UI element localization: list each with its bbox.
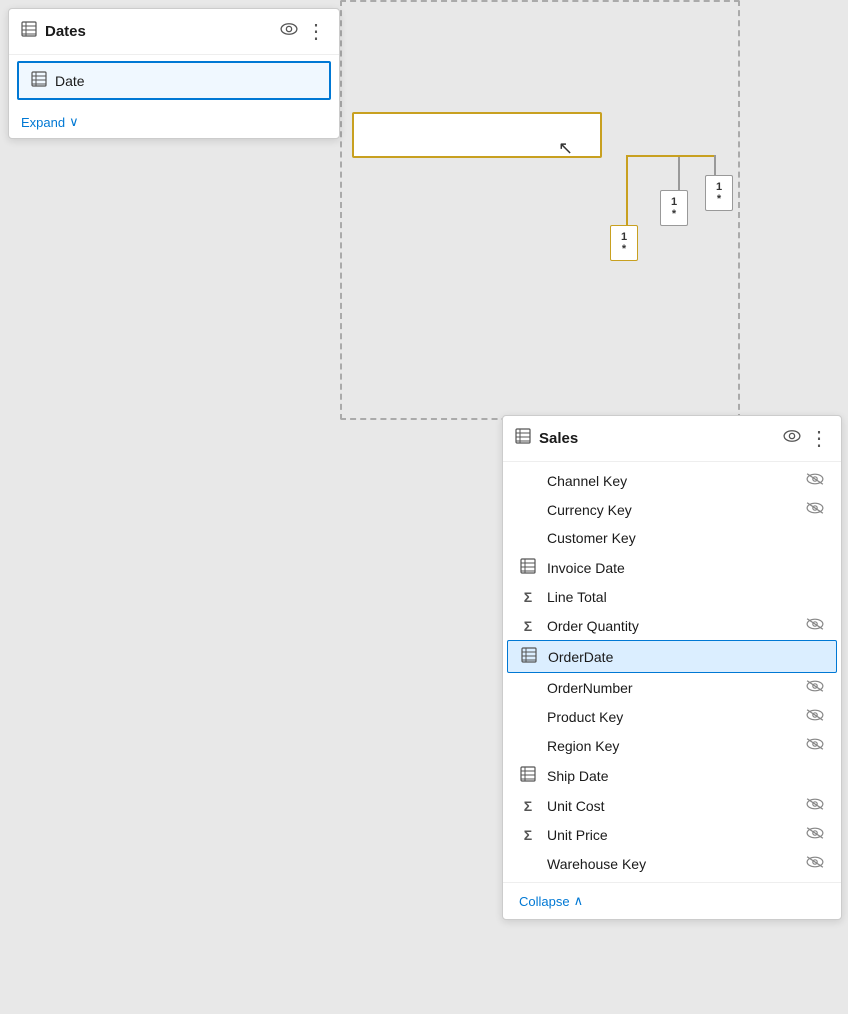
cardinality-badge-1: 1 *: [610, 225, 638, 261]
sales-field-item[interactable]: Region Key: [503, 731, 841, 760]
collapse-label: Collapse: [519, 894, 570, 909]
sales-field-item[interactable]: Product Key: [503, 702, 841, 731]
expand-label: Expand: [21, 115, 65, 130]
sales-field-list: Channel Key Currency Key Customer Key In…: [503, 462, 841, 882]
field-name: Unit Price: [547, 827, 795, 843]
table-field-icon: [520, 647, 538, 666]
hidden-icon[interactable]: [805, 472, 825, 489]
field-name: OrderDate: [548, 649, 824, 665]
field-name: Ship Date: [547, 768, 825, 784]
sales-field-item[interactable]: Σ Order Quantity: [503, 611, 841, 640]
field-name: Product Key: [547, 709, 795, 725]
sales-table-icon: [515, 428, 531, 449]
hidden-icon[interactable]: [805, 501, 825, 518]
canvas: ↖ 1 * 1 * 1 * Dates: [0, 0, 848, 1014]
field-name: Currency Key: [547, 502, 795, 518]
sales-field-item[interactable]: Warehouse Key: [503, 849, 841, 878]
cardinality-badge-2: 1 *: [660, 190, 688, 226]
field-name: Warehouse Key: [547, 856, 795, 872]
hidden-icon[interactable]: [805, 679, 825, 696]
table-field-icon: [519, 766, 537, 785]
dates-visibility-icon[interactable]: [280, 22, 298, 41]
sigma-icon: Σ: [519, 827, 537, 843]
hidden-icon[interactable]: [805, 797, 825, 814]
hidden-icon[interactable]: [805, 737, 825, 754]
field-name: Line Total: [547, 589, 825, 605]
sales-panel-title: Sales: [539, 430, 775, 447]
hidden-icon[interactable]: [805, 708, 825, 725]
expand-chevron-icon: ∨: [69, 114, 79, 130]
field-name: Region Key: [547, 738, 795, 754]
sales-field-item[interactable]: Ship Date: [503, 760, 841, 791]
sales-field-item[interactable]: Invoice Date: [503, 552, 841, 583]
sales-field-item[interactable]: Σ Unit Cost: [503, 791, 841, 820]
field-name: Channel Key: [547, 473, 795, 489]
field-name: OrderNumber: [547, 680, 795, 696]
dates-panel-title: Dates: [45, 23, 272, 40]
sigma-icon: Σ: [519, 618, 537, 634]
collapsed-table-box[interactable]: [352, 112, 602, 158]
sigma-icon: Σ: [519, 589, 537, 605]
sales-field-item[interactable]: OrderDate: [507, 640, 837, 673]
hidden-icon[interactable]: [805, 617, 825, 634]
dates-more-icon[interactable]: ⋮: [306, 19, 327, 44]
sales-visibility-icon[interactable]: [783, 429, 801, 448]
hidden-icon[interactable]: [805, 855, 825, 872]
connector-line-horizontal-2: [626, 155, 716, 157]
sales-collapse-button[interactable]: Collapse ∧: [503, 882, 841, 919]
collapse-chevron-icon: ∧: [574, 893, 584, 909]
sales-field-item[interactable]: Σ Line Total: [503, 583, 841, 611]
table-field-icon: [519, 558, 537, 577]
sales-field-item[interactable]: Customer Key: [503, 524, 841, 552]
dates-table-icon: [21, 21, 37, 42]
field-name: Customer Key: [547, 530, 825, 546]
date-row-table-icon: [31, 71, 47, 90]
dates-date-label: Date: [55, 73, 85, 89]
sales-field-item[interactable]: Currency Key: [503, 495, 841, 524]
sales-panel: Sales ⋮ Channel Key Currency Key Cu: [502, 415, 842, 920]
dates-panel: Dates ⋮ Date Expand: [8, 8, 340, 139]
sigma-icon: Σ: [519, 798, 537, 814]
sales-field-item[interactable]: Σ Unit Price: [503, 820, 841, 849]
field-name: Unit Cost: [547, 798, 795, 814]
dates-date-row[interactable]: Date: [17, 61, 331, 100]
dates-expand-button[interactable]: Expand ∨: [9, 106, 339, 138]
field-name: Invoice Date: [547, 560, 825, 576]
sales-panel-header: Sales ⋮: [503, 416, 841, 462]
sales-field-item[interactable]: OrderNumber: [503, 673, 841, 702]
dates-panel-header: Dates ⋮: [9, 9, 339, 55]
sales-field-item[interactable]: Channel Key: [503, 466, 841, 495]
field-name: Order Quantity: [547, 618, 795, 634]
cardinality-badge-3: 1 *: [705, 175, 733, 211]
connector-line-vertical-1: [626, 155, 628, 235]
hidden-icon[interactable]: [805, 826, 825, 843]
sales-more-icon[interactable]: ⋮: [809, 426, 829, 451]
